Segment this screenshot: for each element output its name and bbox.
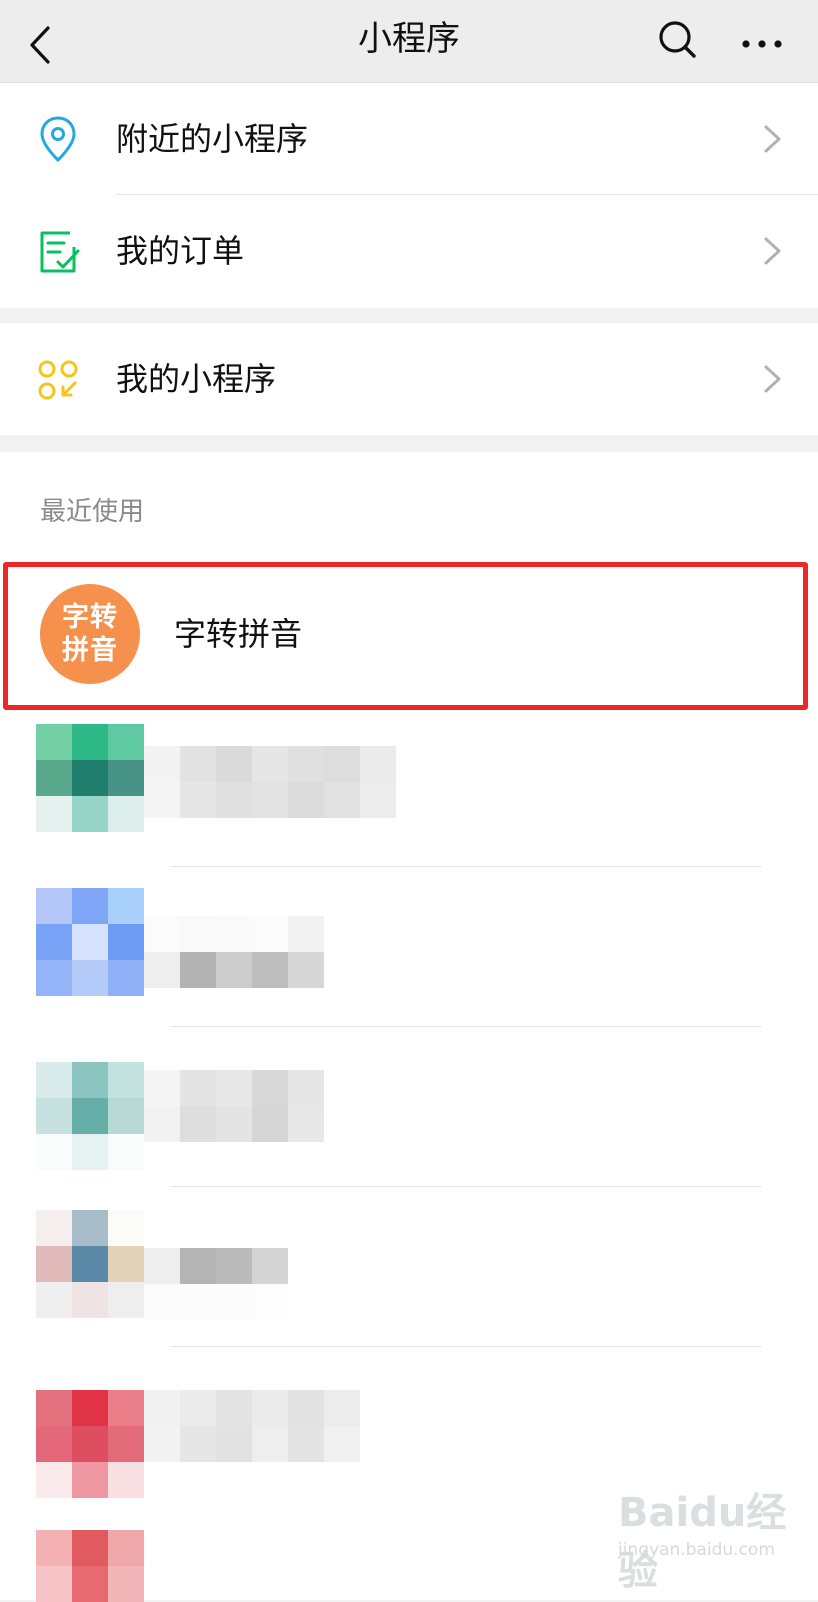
menu-item-label: 我的订单 [116,232,245,270]
order-list-icon [40,231,80,273]
blurred-app-item[interactable] [0,1198,818,1358]
menu-item-nearby[interactable]: 附近的小程序 [0,83,818,195]
blurred-app-item[interactable] [0,1038,818,1198]
watermark: Baidu经验 jingyan.baidu.com [612,1478,812,1594]
search-button[interactable] [652,12,704,68]
blurred-app-item[interactable] [0,878,818,1038]
more-button[interactable] [732,12,792,68]
blurred-app-name [144,1390,360,1462]
blurred-app-logo [36,1530,144,1602]
blurred-app-name [144,746,396,818]
chevron-right-icon [764,365,781,393]
more-icon [742,40,782,48]
divider [170,1346,762,1347]
section-title: 最近使用 [40,497,145,527]
blurred-app-name [144,1248,288,1320]
blurred-app-logo [36,1210,144,1318]
recent-section: 最近使用 字转拼音 字转拼音 [0,452,818,1602]
blurred-app-name [144,1070,324,1142]
watermark-brand: Baidu经验 [618,1490,787,1594]
blurred-app-logo [36,1390,144,1498]
recent-app-item[interactable]: 字转拼音 字转拼音 [0,558,818,710]
blurred-app-name [144,916,324,988]
app-name: 字转拼音 [174,615,303,653]
divider [170,866,762,867]
my-miniprogram-icon [38,360,78,400]
divider [170,1026,762,1027]
watermark-url: jingyan.baidu.com [618,1540,775,1560]
location-pin-icon [40,116,76,163]
blurred-app-logo [36,1062,144,1170]
blurred-app-logo [36,724,144,832]
menu-group-2: 我的小程序 [0,323,818,435]
app-logo: 字转拼音 [40,584,140,684]
menu-item-my-miniprograms[interactable]: 我的小程序 [0,323,818,435]
menu-item-orders[interactable]: 我的订单 [0,195,818,307]
menu-group-1: 附近的小程序 我的订单 [0,83,818,308]
blurred-app-logo [36,888,144,996]
chevron-right-icon [764,237,781,265]
chevron-right-icon [764,125,781,153]
menu-item-label: 我的小程序 [116,360,277,398]
divider [170,1186,762,1187]
menu-item-label: 附近的小程序 [116,120,309,158]
top-navbar: 小程序 [0,0,818,83]
search-icon [659,21,696,58]
app-logo-text: 字转拼音 [62,602,118,666]
blurred-app-item[interactable] [0,716,818,876]
